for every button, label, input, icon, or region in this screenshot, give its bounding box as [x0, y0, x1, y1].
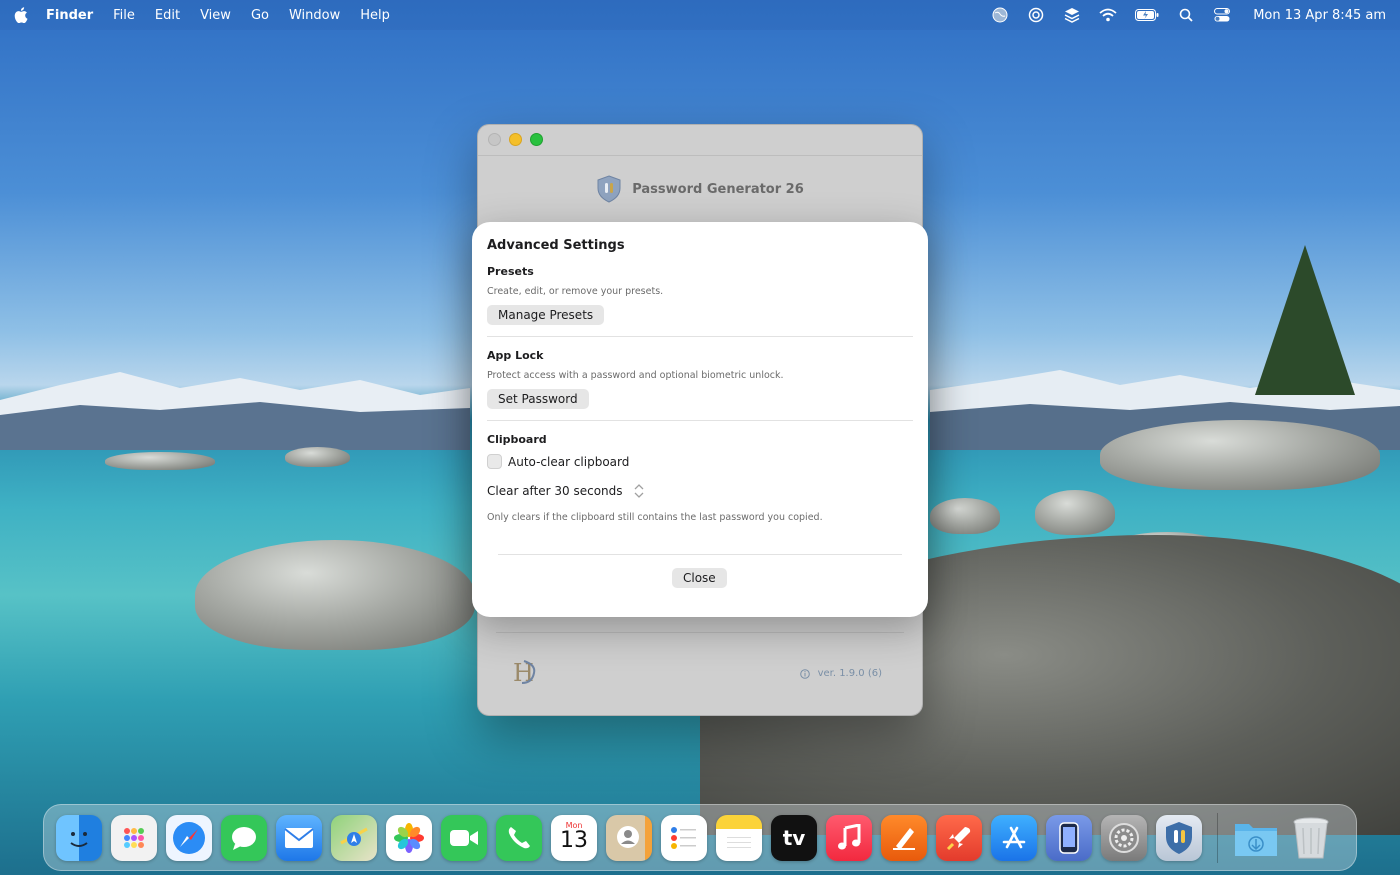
contacts-icon[interactable]: [606, 814, 652, 861]
downloads-folder-icon[interactable]: [1233, 815, 1279, 861]
rocket-icon[interactable]: [936, 814, 982, 861]
app-store-icon[interactable]: [991, 814, 1037, 861]
menu-app-name[interactable]: Finder: [46, 8, 93, 23]
layers-icon[interactable]: [1063, 7, 1081, 23]
menu-help[interactable]: Help: [360, 8, 390, 23]
calendar-day: 13: [560, 828, 588, 853]
minimize-window-button[interactable]: [509, 133, 522, 146]
boulder: [1035, 490, 1115, 535]
maps-icon[interactable]: [331, 814, 377, 861]
battery-charging-icon[interactable]: [1135, 7, 1159, 23]
version-info: ver. 1.9.0 (6): [799, 668, 882, 679]
clipboard-note: Only clears if the clipboard still conta…: [487, 512, 823, 523]
boulder: [105, 452, 215, 470]
developer-logo-icon: H: [513, 659, 536, 687]
simulator-icon[interactable]: [1046, 814, 1092, 861]
apple-tv-label: tv: [782, 825, 806, 850]
app-lock-title: App Lock: [487, 349, 544, 362]
clipboard-title: Clipboard: [487, 433, 547, 446]
auto-clear-row: Auto-clear clipboard: [487, 454, 913, 469]
music-icon[interactable]: [826, 814, 872, 861]
apple-menu-icon[interactable]: [14, 7, 28, 23]
wifi-icon[interactable]: [1099, 7, 1117, 23]
notes-icon[interactable]: [716, 814, 762, 861]
menu-bar: Finder File Edit View Go Window Help Mon…: [0, 0, 1400, 30]
version-label: ver. 1.9.0 (6): [817, 668, 882, 679]
boulder: [195, 540, 475, 650]
set-password-button[interactable]: Set Password: [487, 389, 589, 409]
pages-icon[interactable]: [881, 814, 927, 861]
status-area: Mon 13 Apr 8:45 am: [991, 7, 1386, 23]
section-divider: [487, 420, 913, 421]
menu-view[interactable]: View: [200, 8, 231, 23]
boulder: [285, 447, 350, 467]
control-center-icon[interactable]: [1213, 7, 1231, 23]
close-window-button[interactable]: [488, 133, 501, 146]
sheet-title: Advanced Settings: [487, 238, 625, 253]
window-title: Password Generator 26: [632, 181, 804, 197]
trash-icon[interactable]: [1288, 815, 1334, 861]
section-divider: [487, 336, 913, 337]
clear-delay-stepper[interactable]: [631, 480, 647, 502]
dock-separator: [1217, 812, 1218, 863]
info-icon[interactable]: [799, 668, 810, 679]
shield-lock-icon: [597, 175, 621, 203]
presets-description: Create, edit, or remove your presets.: [487, 286, 664, 297]
menu-clock[interactable]: Mon 13 Apr 8:45 am: [1253, 8, 1386, 23]
chevron-up-icon[interactable]: [633, 483, 645, 491]
zoom-window-button[interactable]: [530, 133, 543, 146]
auto-clear-checkbox[interactable]: [487, 454, 502, 469]
advanced-settings-sheet: Advanced Settings Presets Create, edit, …: [472, 222, 928, 617]
menu-window[interactable]: Window: [289, 8, 340, 23]
chevron-down-icon[interactable]: [633, 491, 645, 499]
photos-icon[interactable]: [386, 814, 432, 861]
app-lock-section: App Lock Protect access with a password …: [487, 349, 913, 409]
boulder: [1100, 420, 1380, 490]
menu-go[interactable]: Go: [251, 8, 269, 23]
manage-presets-button[interactable]: Manage Presets: [487, 305, 605, 325]
titlebar-divider: [478, 155, 922, 156]
clear-delay-row: Clear after 30 seconds: [487, 480, 913, 502]
sheet-footer-divider: [498, 554, 902, 555]
search-icon[interactable]: [1177, 7, 1195, 23]
system-settings-icon[interactable]: [1101, 814, 1147, 861]
reminders-icon[interactable]: [661, 814, 707, 861]
finder-icon[interactable]: [56, 814, 102, 861]
safari-icon[interactable]: [166, 814, 212, 861]
apple-tv-icon[interactable]: tv: [771, 814, 817, 861]
clipboard-section: Clipboard Auto-clear clipboard Clear aft…: [487, 433, 913, 523]
app-lock-description: Protect access with a password and optio…: [487, 370, 784, 381]
menu-file[interactable]: File: [113, 8, 135, 23]
footer-divider: [496, 632, 904, 633]
phone-icon[interactable]: [496, 814, 542, 861]
presets-title: Presets: [487, 265, 534, 278]
password-generator-icon[interactable]: [1156, 814, 1202, 861]
clear-delay-label: Clear after 30 seconds: [487, 484, 623, 498]
presets-section: Presets Create, edit, or remove your pre…: [487, 265, 913, 325]
close-button[interactable]: Close: [672, 568, 727, 588]
window-header: Password Generator 26: [478, 175, 922, 203]
pine-tree: [1255, 245, 1355, 395]
menu-edit[interactable]: Edit: [155, 8, 180, 23]
mail-icon[interactable]: [276, 814, 322, 861]
facetime-icon[interactable]: [441, 814, 487, 861]
dock: Mon 13 tv: [43, 804, 1357, 871]
boulder: [930, 498, 1000, 534]
auto-clear-label[interactable]: Auto-clear clipboard: [508, 455, 629, 469]
launchpad-icon[interactable]: [111, 814, 157, 861]
lifebuoy-icon[interactable]: [1027, 7, 1045, 23]
messages-icon[interactable]: [221, 814, 267, 861]
window-controls: [488, 133, 543, 146]
calendar-icon[interactable]: Mon 13: [551, 814, 597, 861]
globe-icon[interactable]: [991, 7, 1009, 23]
